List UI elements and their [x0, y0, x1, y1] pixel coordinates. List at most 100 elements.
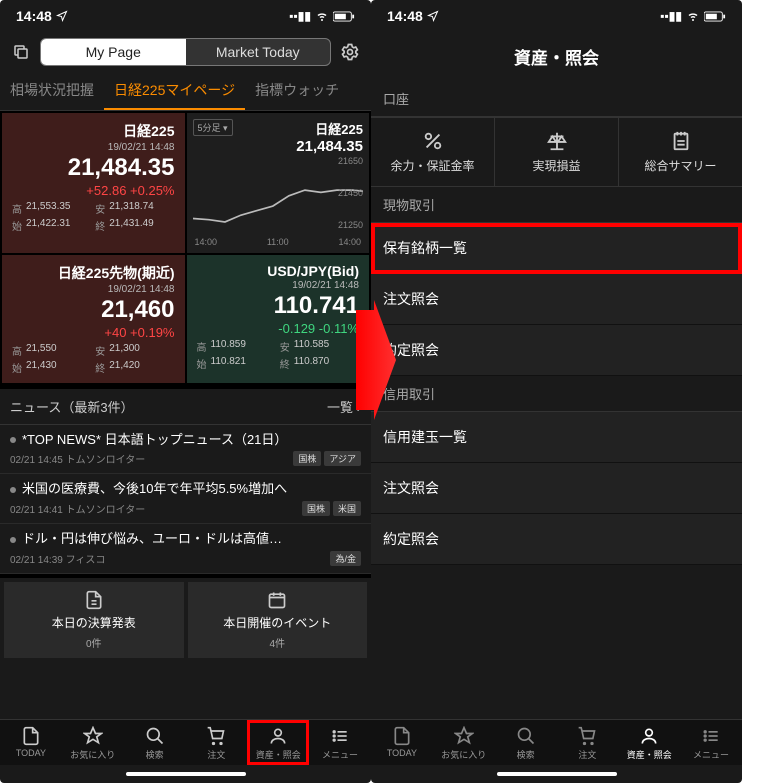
document-icon	[84, 590, 104, 610]
quote-card-nikkei-futures[interactable]: 日経225先物(期近) 19/02/21 14:48 21,460 +40 +0…	[2, 255, 185, 383]
row-order-inquiry[interactable]: 注文照会	[371, 274, 742, 325]
clock: 14:48	[387, 8, 423, 24]
menu-icon	[701, 726, 721, 746]
quote-details: 高21,553.35 安21,318.74 始21,422.31 終21,431…	[12, 201, 175, 233]
nav-search[interactable]: 検索	[124, 720, 186, 765]
cart-icon	[206, 726, 226, 746]
tab-nikkei225[interactable]: 日経225マイページ	[104, 72, 245, 110]
home-indicator[interactable]	[371, 765, 742, 783]
shortcut-earnings[interactable]: 本日の決算発表 0件	[4, 582, 184, 658]
quotes-grid: 日経225 19/02/21 14:48 21,484.35 +52.86 +0…	[0, 111, 371, 385]
section-margin: 信用取引	[371, 376, 742, 412]
news-item[interactable]: *TOP NEWS* 日本語トップニュース（21日） 02/21 14:45 ト…	[0, 425, 371, 475]
btn-realized-pl[interactable]: 実現損益	[495, 118, 619, 186]
section-spot: 現物取引	[371, 187, 742, 223]
star-icon	[83, 726, 103, 746]
tab-market-overview[interactable]: 相場状況把握	[0, 72, 104, 110]
search-icon	[516, 726, 536, 746]
mini-chart: 21650 21450 21250	[193, 156, 364, 236]
seg-mypage[interactable]: My Page	[41, 39, 186, 65]
quote-card-chart[interactable]: 5分足 ▾ 日経225 21,484.35 21650 21450 21250 …	[187, 113, 370, 253]
btn-summary[interactable]: 総合サマリー	[619, 118, 742, 186]
status-bar: 14:48 ▪▪▮▮	[371, 0, 742, 32]
location-icon	[427, 10, 439, 22]
account-buttons: 余力・保証金率 実現損益 総合サマリー	[371, 117, 742, 187]
calendar-icon	[267, 590, 287, 610]
star-icon	[454, 726, 474, 746]
location-icon	[56, 10, 68, 22]
gear-icon[interactable]	[339, 42, 361, 62]
nav-order[interactable]: 注文	[556, 720, 618, 765]
battery-icon	[704, 11, 726, 22]
quote-time: 19/02/21 14:48	[12, 142, 175, 153]
nav-favorites[interactable]: お気に入り	[433, 720, 495, 765]
notepad-icon	[670, 130, 692, 152]
nav-search[interactable]: 検索	[495, 720, 557, 765]
bullet-icon	[10, 437, 16, 443]
scale-icon	[546, 130, 568, 152]
copy-icon[interactable]	[10, 43, 32, 61]
document-icon	[21, 726, 41, 746]
bullet-icon	[10, 487, 16, 493]
nav-menu[interactable]: メニュー	[309, 720, 371, 765]
nav-menu[interactable]: メニュー	[680, 720, 742, 765]
news-item[interactable]: 米国の医療費、今後10年で年平均5.5%増加へ 02/21 14:41 トムソン…	[0, 474, 371, 524]
news-header: ニュース（最新3件） 一覧 ›	[0, 385, 371, 425]
wifi-icon	[315, 10, 329, 22]
seg-market[interactable]: Market Today	[186, 39, 331, 65]
wifi-icon	[686, 10, 700, 22]
row-margin-execution-inquiry[interactable]: 約定照会	[371, 514, 742, 565]
quote-title: USD/JPY(Bid)	[197, 263, 360, 279]
quote-time: 19/02/21 14:48	[197, 280, 360, 291]
nav-today[interactable]: TODAY	[371, 720, 433, 765]
status-bar: 14:48 ▪▪▮▮	[0, 0, 371, 32]
quote-card-usdjpy[interactable]: USD/JPY(Bid) 19/02/21 14:48 110.741 -0.1…	[187, 255, 370, 383]
bottom-nav: TODAY お気に入り 検索 注文 資産・照会 メニュー	[371, 719, 742, 765]
bottom-nav: TODAY お気に入り 検索 注文 資産・照会 メニュー	[0, 719, 371, 765]
section-account: 口座	[371, 81, 742, 117]
news-header-label: ニュース（最新3件）	[10, 397, 134, 416]
segmented-control[interactable]: My Page Market Today	[40, 38, 331, 66]
menu-icon	[330, 726, 350, 746]
bullet-icon	[10, 537, 16, 543]
row-margin-order-inquiry[interactable]: 注文照会	[371, 463, 742, 514]
battery-icon	[333, 11, 355, 22]
home-indicator[interactable]	[0, 765, 371, 783]
quote-change: -0.129 -0.11%	[197, 321, 360, 336]
quote-details: 高110.859 安110.585 始110.821 終110.870	[197, 339, 360, 371]
quote-price: 21,484.35	[12, 154, 175, 182]
phone-left: 14:48 ▪▪▮▮ My Page Market Today 相場状況	[0, 0, 371, 783]
nav-favorites[interactable]: お気に入り	[62, 720, 124, 765]
quote-card-nikkei225[interactable]: 日経225 19/02/21 14:48 21,484.35 +52.86 +0…	[2, 113, 185, 253]
flow-arrow-icon	[356, 300, 396, 420]
quote-title: 日経225先物(期近)	[12, 263, 175, 283]
quote-change: +40 +0.19%	[12, 325, 175, 340]
header-toolbar: My Page Market Today	[0, 32, 371, 72]
row-holdings[interactable]: 保有銘柄一覧	[371, 223, 742, 274]
chart-title: 日経225	[296, 119, 363, 138]
shortcut-row: 本日の決算発表 0件 本日開催のイベント 4件	[0, 574, 371, 662]
phone-right: 14:48 ▪▪▮▮ 資産・照会 口座 余力・保証金率	[371, 0, 742, 783]
quote-change: +52.86 +0.25%	[12, 183, 175, 198]
nav-order[interactable]: 注文	[185, 720, 247, 765]
top-tabs: 相場状況把握 日経225マイページ 指標ウォッチ	[0, 72, 371, 111]
interval-dropdown[interactable]: 5分足 ▾	[193, 119, 233, 136]
tab-indicator-watch[interactable]: 指標ウォッチ	[245, 72, 349, 110]
news-item[interactable]: ドル・円は伸び悩み、ユーロ・ドルは高値… 02/21 14:39 フィスコ 為/…	[0, 524, 371, 574]
row-margin-positions[interactable]: 信用建玉一覧	[371, 412, 742, 463]
nav-assets[interactable]: 資産・照会	[247, 720, 309, 765]
person-icon	[639, 726, 659, 746]
shortcut-events[interactable]: 本日開催のイベント 4件	[188, 582, 368, 658]
btn-margin-rate[interactable]: 余力・保証金率	[371, 118, 495, 186]
quote-price: 110.741	[197, 292, 360, 320]
screen-title: 資産・照会	[371, 32, 742, 81]
row-execution-inquiry[interactable]: 約定照会	[371, 325, 742, 376]
nav-today[interactable]: TODAY	[0, 720, 62, 765]
search-icon	[145, 726, 165, 746]
quote-time: 19/02/21 14:48	[12, 284, 175, 295]
cart-icon	[577, 726, 597, 746]
nav-assets[interactable]: 資産・照会	[618, 720, 680, 765]
quote-details: 高21,550 安21,300 始21,430 終21,420	[12, 343, 175, 375]
percent-icon	[422, 130, 444, 152]
chart-price: 21,484.35	[296, 138, 363, 155]
